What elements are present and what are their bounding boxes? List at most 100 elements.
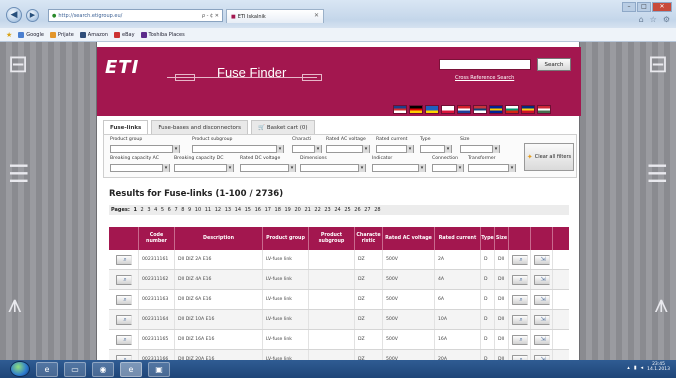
column-header[interactable]: Product subgroup [309,227,355,250]
breaking-capacity-dc-select[interactable] [174,164,234,172]
flag-germany-icon[interactable] [409,105,423,114]
details-button[interactable]: ⌕ [115,334,132,345]
flag-bulgaria-icon[interactable] [505,105,519,114]
gear-icon[interactable]: ⚙ [663,15,670,24]
page-link[interactable]: 18 [275,207,281,213]
details-button[interactable]: ⌕ [115,254,132,265]
page-link[interactable]: 19 [285,207,291,213]
page-link[interactable]: 3 [147,207,150,213]
ie-active-taskbar-icon[interactable]: e [120,361,142,377]
minimize-button[interactable]: – [622,2,636,12]
compare-button[interactable]: ⌕ [511,274,528,285]
page-link[interactable]: 10 [195,207,201,213]
table-row[interactable]: ⌕ 002311163 DII DIZ 6A E16 LV-fuse link DZ 50… [109,290,569,310]
back-icon[interactable]: ◀ [6,7,22,23]
dimensions-select[interactable] [300,164,366,172]
tray-icon[interactable]: ▴ [627,365,630,371]
page-link[interactable]: 13 [225,207,231,213]
network-icon[interactable]: ▮ [634,365,637,371]
folder-taskbar-icon[interactable]: ▭ [64,361,86,377]
favorite-amazon[interactable]: Amazon [79,31,108,38]
favorite-ebay[interactable]: eBay [114,31,135,38]
product-subgroup-select[interactable] [192,145,284,153]
add-to-basket-button[interactable]: ⇲ [533,274,550,285]
tab-fuse-links[interactable]: Fuse-links [103,120,149,134]
column-header[interactable]: Description [175,227,263,250]
flag-ukraine-icon[interactable] [425,105,439,114]
address-controls[interactable]: ρ - ¢ ✕ [202,13,219,19]
characteristic-select[interactable] [292,145,322,153]
size-select[interactable] [460,145,500,153]
column-header[interactable]: Product group [263,227,309,250]
column-header[interactable]: Type [481,227,495,250]
column-header[interactable]: Rated AC voltage [383,227,435,250]
page-link[interactable]: 21 [304,207,310,213]
firefox-taskbar-icon[interactable]: ◉ [92,361,114,377]
flag-bosnia-icon[interactable] [489,105,503,114]
flag-poland-icon[interactable] [441,105,455,114]
transformer-select[interactable] [468,164,516,172]
flag-romania-icon[interactable] [521,105,535,114]
clear-all-filters-button[interactable]: ✦ Clear all filters [524,143,574,171]
page-link[interactable]: 8 [181,207,184,213]
favorite-prijate[interactable]: Prijate [49,31,74,38]
table-row[interactable]: ⌕ 002311164 DII DIZ 10A E16 LV-fuse link DZ 5… [109,310,569,330]
page-link[interactable]: 23 [324,207,330,213]
favorites-star-icon[interactable]: ★ [6,31,12,39]
page-link[interactable]: 5 [161,207,164,213]
home-icon[interactable]: ⌂ [639,15,644,24]
column-header[interactable]: Characte ristic [355,227,383,250]
table-row[interactable]: ⌕ 002311161 DII DIZ 2A E16 LV-fuse link DZ 50… [109,250,569,270]
page-link[interactable]: 25 [344,207,350,213]
table-row[interactable]: ⌕ 002311162 DII DIZ 4A E16 LV-fuse link DZ 50… [109,270,569,290]
page-link[interactable]: 1 [133,207,136,213]
ie-taskbar-icon[interactable]: e [36,361,58,377]
page-link[interactable]: 2 [141,207,144,213]
compare-button[interactable]: ⌕ [511,314,528,325]
flag-uk-icon[interactable] [393,105,407,114]
browser-tab[interactable]: ■ ETI Iskalnik ✕ [226,9,324,23]
page-link[interactable]: 9 [188,207,191,213]
column-header[interactable]: Size [495,227,509,250]
add-to-basket-button[interactable]: ⇲ [533,334,550,345]
favorites-icon[interactable]: ☆ [650,15,657,24]
page-link[interactable]: 27 [364,207,370,213]
column-header[interactable]: Rated current [435,227,481,250]
page-link[interactable]: 20 [294,207,300,213]
page-link[interactable]: 24 [334,207,340,213]
close-button[interactable]: ✕ [652,2,672,12]
page-link[interactable]: 26 [354,207,360,213]
address-bar[interactable]: ● http://search.etigroup.eu/ ρ - ¢ ✕ [48,9,223,22]
search-input[interactable] [439,59,531,70]
app-taskbar-icon[interactable]: ▣ [148,361,170,377]
add-to-basket-button[interactable]: ⇲ [533,314,550,325]
page-link[interactable]: 17 [265,207,271,213]
tab-close-icon[interactable]: ✕ [314,12,319,19]
maximize-button[interactable]: □ [637,2,651,12]
page-link[interactable]: 6 [168,207,171,213]
table-row[interactable]: ⌕ 002311166 DII DIZ 20A E16 LV-fuse link DZ 5… [109,350,569,360]
product-group-select[interactable] [110,145,180,153]
search-button[interactable]: Search [537,58,571,71]
page-link[interactable]: 28 [374,207,380,213]
favorite-google[interactable]: Google [18,31,44,38]
indicator-select[interactable] [372,164,426,172]
rated-current-select[interactable] [376,145,414,153]
compare-button[interactable]: ⌕ [511,254,528,265]
rated-dc-voltage-select[interactable] [240,164,296,172]
flag-croatia-icon[interactable] [457,105,471,114]
page-link[interactable]: 22 [314,207,320,213]
column-header[interactable]: Code number [139,227,175,250]
start-button[interactable] [10,361,30,377]
clock[interactable]: 23:45 14.1.2013 [647,362,670,373]
table-row[interactable]: ⌕ 002311165 DII DIZ 16A E16 LV-fuse link DZ 5… [109,330,569,350]
page-link[interactable]: 14 [235,207,241,213]
add-to-basket-button[interactable]: ⇲ [533,294,550,305]
cross-reference-link[interactable]: Cross Reference Search [455,75,514,81]
details-button[interactable]: ⌕ [115,294,132,305]
flag-serbia-icon[interactable] [473,105,487,114]
details-button[interactable]: ⌕ [115,274,132,285]
tab-fuse-bases[interactable]: Fuse-bases and disconnectors [151,120,249,134]
page-link[interactable]: 7 [174,207,177,213]
rated-ac-voltage-select[interactable] [326,145,370,153]
